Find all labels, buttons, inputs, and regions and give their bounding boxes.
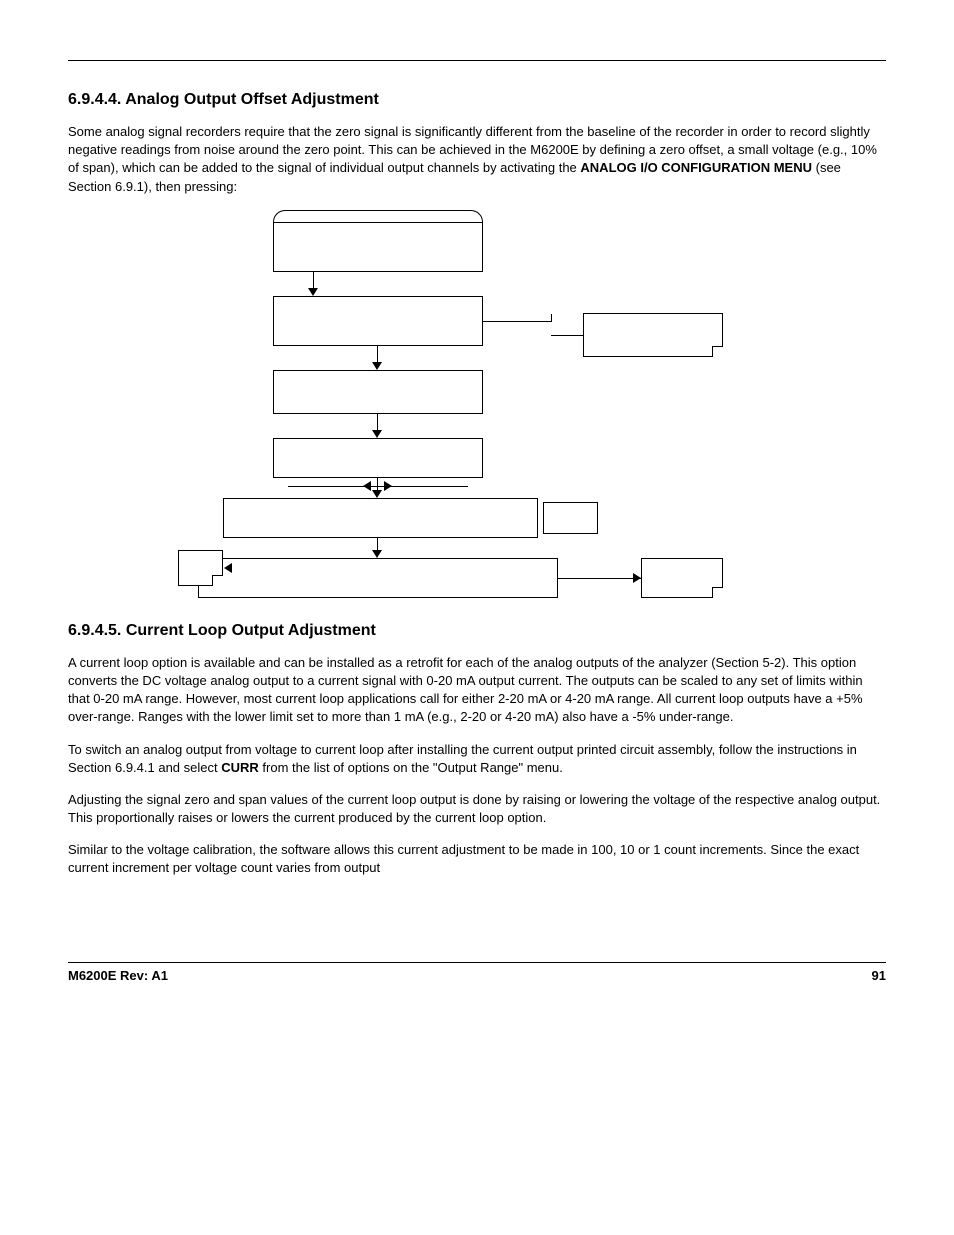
diagram-box-5 bbox=[223, 498, 538, 538]
section2-para3: Adjusting the signal zero and span value… bbox=[68, 791, 886, 827]
diagram-box-6 bbox=[198, 558, 558, 598]
section1-paragraph: Some analog signal recorders require tha… bbox=[68, 123, 886, 196]
diagram-connector bbox=[288, 486, 468, 487]
diagram-note-box-3 bbox=[641, 558, 723, 598]
diagram-connector bbox=[551, 335, 583, 336]
arrow-left-icon bbox=[224, 563, 232, 573]
page-footer: M6200E Rev: A1 91 bbox=[68, 968, 886, 983]
footer-page-number: 91 bbox=[872, 968, 886, 983]
diagram-connector bbox=[558, 578, 641, 579]
arrow-down-icon bbox=[372, 490, 382, 498]
note-fold-icon bbox=[712, 587, 723, 598]
diagram-note-box-2 bbox=[543, 502, 598, 534]
diagram-box-4 bbox=[273, 438, 483, 478]
arrow-right-icon bbox=[384, 481, 392, 491]
diagram-note-box-4 bbox=[178, 550, 223, 586]
note-fold-icon bbox=[212, 575, 223, 586]
footer-left: M6200E Rev: A1 bbox=[68, 968, 168, 983]
section2-para1: A current loop option is available and c… bbox=[68, 654, 886, 727]
diagram-start-pill bbox=[273, 210, 483, 222]
flow-diagram bbox=[68, 210, 888, 598]
section1-bold-menu: ANALOG I/O CONFIGURATION MENU bbox=[580, 160, 812, 175]
section2-para2-b: from the list of options on the "Output … bbox=[259, 760, 563, 775]
section2-para2: To switch an analog output from voltage … bbox=[68, 741, 886, 777]
section-heading-6945: 6.9.4.5. Current Loop Output Adjustment bbox=[68, 622, 886, 640]
arrow-down-icon bbox=[308, 288, 318, 296]
section2-para2-bold: CURR bbox=[221, 760, 259, 775]
diagram-box-3 bbox=[273, 370, 483, 414]
arrow-left-icon bbox=[363, 481, 371, 491]
footer-rule bbox=[68, 962, 886, 963]
arrow-down-icon bbox=[372, 550, 382, 558]
document-page: 6.9.4.4. Analog Output Offset Adjustment… bbox=[0, 0, 954, 1235]
arrow-down-icon bbox=[372, 430, 382, 438]
diagram-note-box-1 bbox=[583, 313, 723, 357]
diagram-connector bbox=[483, 321, 551, 322]
section-heading-6944: 6.9.4.4. Analog Output Offset Adjustment bbox=[68, 91, 886, 109]
top-rule bbox=[68, 60, 886, 61]
diagram-box-2 bbox=[273, 296, 483, 346]
arrow-right-icon bbox=[633, 573, 641, 583]
arrow-down-icon bbox=[372, 362, 382, 370]
section2-para4: Similar to the voltage calibration, the … bbox=[68, 841, 886, 877]
diagram-box-1 bbox=[273, 222, 483, 272]
note-fold-icon bbox=[712, 346, 723, 357]
diagram-connector bbox=[551, 314, 552, 322]
